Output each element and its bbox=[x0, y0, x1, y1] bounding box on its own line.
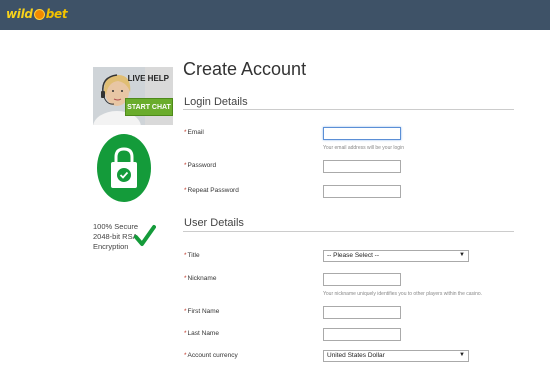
email-label-text: Email bbox=[187, 129, 204, 136]
logo-ball-icon bbox=[33, 8, 45, 20]
start-chat-button[interactable]: START CHAT bbox=[125, 98, 173, 116]
required-marker: * bbox=[184, 352, 187, 359]
email-label: *Email bbox=[184, 129, 204, 136]
required-marker: * bbox=[184, 308, 187, 315]
email-field[interactable] bbox=[323, 127, 401, 140]
login-details-heading: Login Details bbox=[184, 96, 248, 108]
first-name-field[interactable] bbox=[323, 306, 401, 319]
section-divider bbox=[183, 231, 514, 232]
logo-text-wild: wild bbox=[6, 7, 33, 21]
account-currency-select[interactable]: United States Dollar ▼ bbox=[323, 350, 469, 362]
title-select-value: -- Please Select -- bbox=[327, 252, 380, 259]
page-title: Create Account bbox=[183, 59, 307, 79]
user-details-heading: User Details bbox=[184, 217, 244, 229]
dropdown-arrow-icon: ▼ bbox=[459, 252, 465, 258]
secure-lock-icon bbox=[97, 134, 151, 202]
required-marker: * bbox=[184, 129, 187, 136]
required-marker: * bbox=[184, 252, 187, 259]
nickname-hint: Your nickname uniquely identifies you to… bbox=[323, 291, 483, 297]
logo[interactable]: wild bet bbox=[6, 4, 68, 24]
currency-select-value: United States Dollar bbox=[327, 352, 385, 359]
repeat-password-label: *Repeat Password bbox=[184, 187, 239, 194]
title-label-text: Title bbox=[187, 252, 200, 259]
required-marker: * bbox=[184, 275, 187, 282]
password-label: *Password bbox=[184, 162, 216, 169]
repeat-password-label-text: Repeat Password bbox=[187, 187, 239, 194]
top-bar: wild bet bbox=[0, 0, 550, 30]
checkmark-icon bbox=[134, 225, 156, 246]
account-currency-label-text: Account currency bbox=[187, 352, 238, 359]
last-name-label-text: Last Name bbox=[187, 330, 219, 337]
first-name-label-text: First Name bbox=[187, 308, 220, 315]
nickname-label: *Nickname bbox=[184, 275, 216, 282]
last-name-label: *Last Name bbox=[184, 330, 219, 337]
live-help-banner[interactable]: LIVE HELP START CHAT bbox=[93, 67, 173, 125]
email-hint: Your email address will be your login bbox=[323, 145, 404, 151]
title-label: *Title bbox=[184, 252, 200, 259]
dropdown-arrow-icon: ▼ bbox=[459, 352, 465, 358]
password-field[interactable] bbox=[323, 160, 401, 173]
section-divider bbox=[183, 109, 514, 110]
live-help-title: LIVE HELP bbox=[127, 74, 169, 83]
logo-text-bet: bet bbox=[45, 7, 68, 21]
last-name-field[interactable] bbox=[323, 328, 401, 341]
required-marker: * bbox=[184, 187, 187, 194]
required-marker: * bbox=[184, 162, 187, 169]
account-currency-label: *Account currency bbox=[184, 352, 238, 359]
password-label-text: Password bbox=[187, 162, 217, 169]
required-marker: * bbox=[184, 330, 187, 337]
nickname-label-text: Nickname bbox=[187, 275, 217, 282]
repeat-password-field[interactable] bbox=[323, 185, 401, 198]
title-select[interactable]: -- Please Select -- ▼ bbox=[323, 250, 469, 262]
first-name-label: *First Name bbox=[184, 308, 219, 315]
nickname-field[interactable] bbox=[323, 273, 401, 286]
